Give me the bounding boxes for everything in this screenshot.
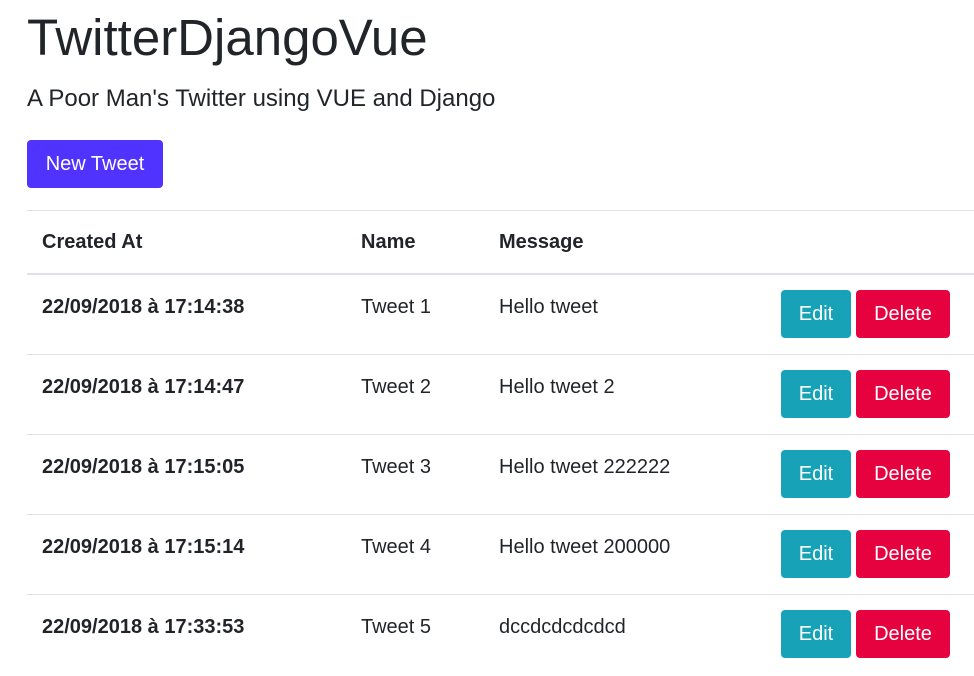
column-header-message: Message — [499, 231, 584, 253]
cell-actions: Edit Delete — [746, 514, 974, 594]
cell-message: Hello tweet 200000 — [499, 535, 671, 558]
table-row: 22/09/2018 à 17:15:05 Tweet 3 Hello twee… — [27, 434, 974, 514]
cell-name: Tweet 4 — [361, 535, 432, 558]
edit-button[interactable]: Edit — [781, 449, 851, 498]
table-row: 22/09/2018 à 17:15:14 Tweet 4 Hello twee… — [27, 514, 974, 594]
cell-name: Tweet 3 — [361, 455, 432, 478]
cell-message: Hello tweet — [499, 296, 598, 318]
cell-name: Tweet 2 — [361, 375, 432, 398]
new-tweet-button[interactable]: New Tweet — [27, 140, 163, 188]
table-row: 22/09/2018 à 17:33:53 Tweet 5 dccdcdcdcd… — [27, 594, 974, 674]
delete-button[interactable]: Delete — [856, 529, 950, 578]
cell-actions: Edit Delete — [746, 354, 974, 434]
cell-created-at: 22/09/2018 à 17:33:53 — [42, 615, 245, 638]
cell-name: Tweet 1 — [361, 296, 432, 318]
column-header-actions — [746, 211, 974, 275]
cell-message: dccdcdcdcdcd — [499, 615, 626, 638]
edit-button[interactable]: Edit — [781, 369, 851, 418]
cell-actions: Edit Delete — [746, 434, 974, 514]
column-header-created-at: Created At — [42, 231, 143, 253]
delete-button[interactable]: Delete — [856, 290, 950, 338]
table-body: 22/09/2018 à 17:14:38 Tweet 1 Hello twee… — [27, 274, 974, 674]
cell-message: Hello tweet 2 — [499, 375, 615, 398]
delete-button[interactable]: Delete — [856, 369, 950, 418]
delete-button[interactable]: Delete — [856, 609, 950, 658]
edit-button[interactable]: Edit — [781, 609, 851, 658]
cell-name: Tweet 5 — [361, 615, 432, 638]
cell-created-at: 22/09/2018 à 17:15:05 — [42, 455, 245, 478]
tweets-table: Created At Name Message 22/09/2018 à 17:… — [27, 210, 974, 674]
cell-actions: Edit Delete — [746, 274, 974, 354]
table-row: 22/09/2018 à 17:14:38 Tweet 1 Hello twee… — [27, 274, 974, 354]
cell-message: Hello tweet 222222 — [499, 455, 671, 478]
cell-created-at: 22/09/2018 à 17:14:38 — [42, 296, 245, 318]
cell-actions: Edit Delete — [746, 594, 974, 674]
table-row: 22/09/2018 à 17:14:47 Tweet 2 Hello twee… — [27, 354, 974, 434]
cell-created-at: 22/09/2018 à 17:15:14 — [42, 535, 245, 558]
edit-button[interactable]: Edit — [781, 290, 851, 338]
cell-created-at: 22/09/2018 à 17:14:47 — [42, 375, 245, 398]
delete-button[interactable]: Delete — [856, 449, 950, 498]
edit-button[interactable]: Edit — [781, 529, 851, 578]
page-subtitle: A Poor Man's Twitter using VUE and Djang… — [27, 85, 496, 112]
page: TwitterDjangoVue A Poor Man's Twitter us… — [0, 0, 974, 676]
table-header: Created At Name Message — [27, 210, 974, 275]
page-title: TwitterDjangoVue — [27, 9, 428, 66]
table-header-row: Created At Name Message — [27, 210, 974, 275]
column-header-name: Name — [361, 231, 416, 253]
